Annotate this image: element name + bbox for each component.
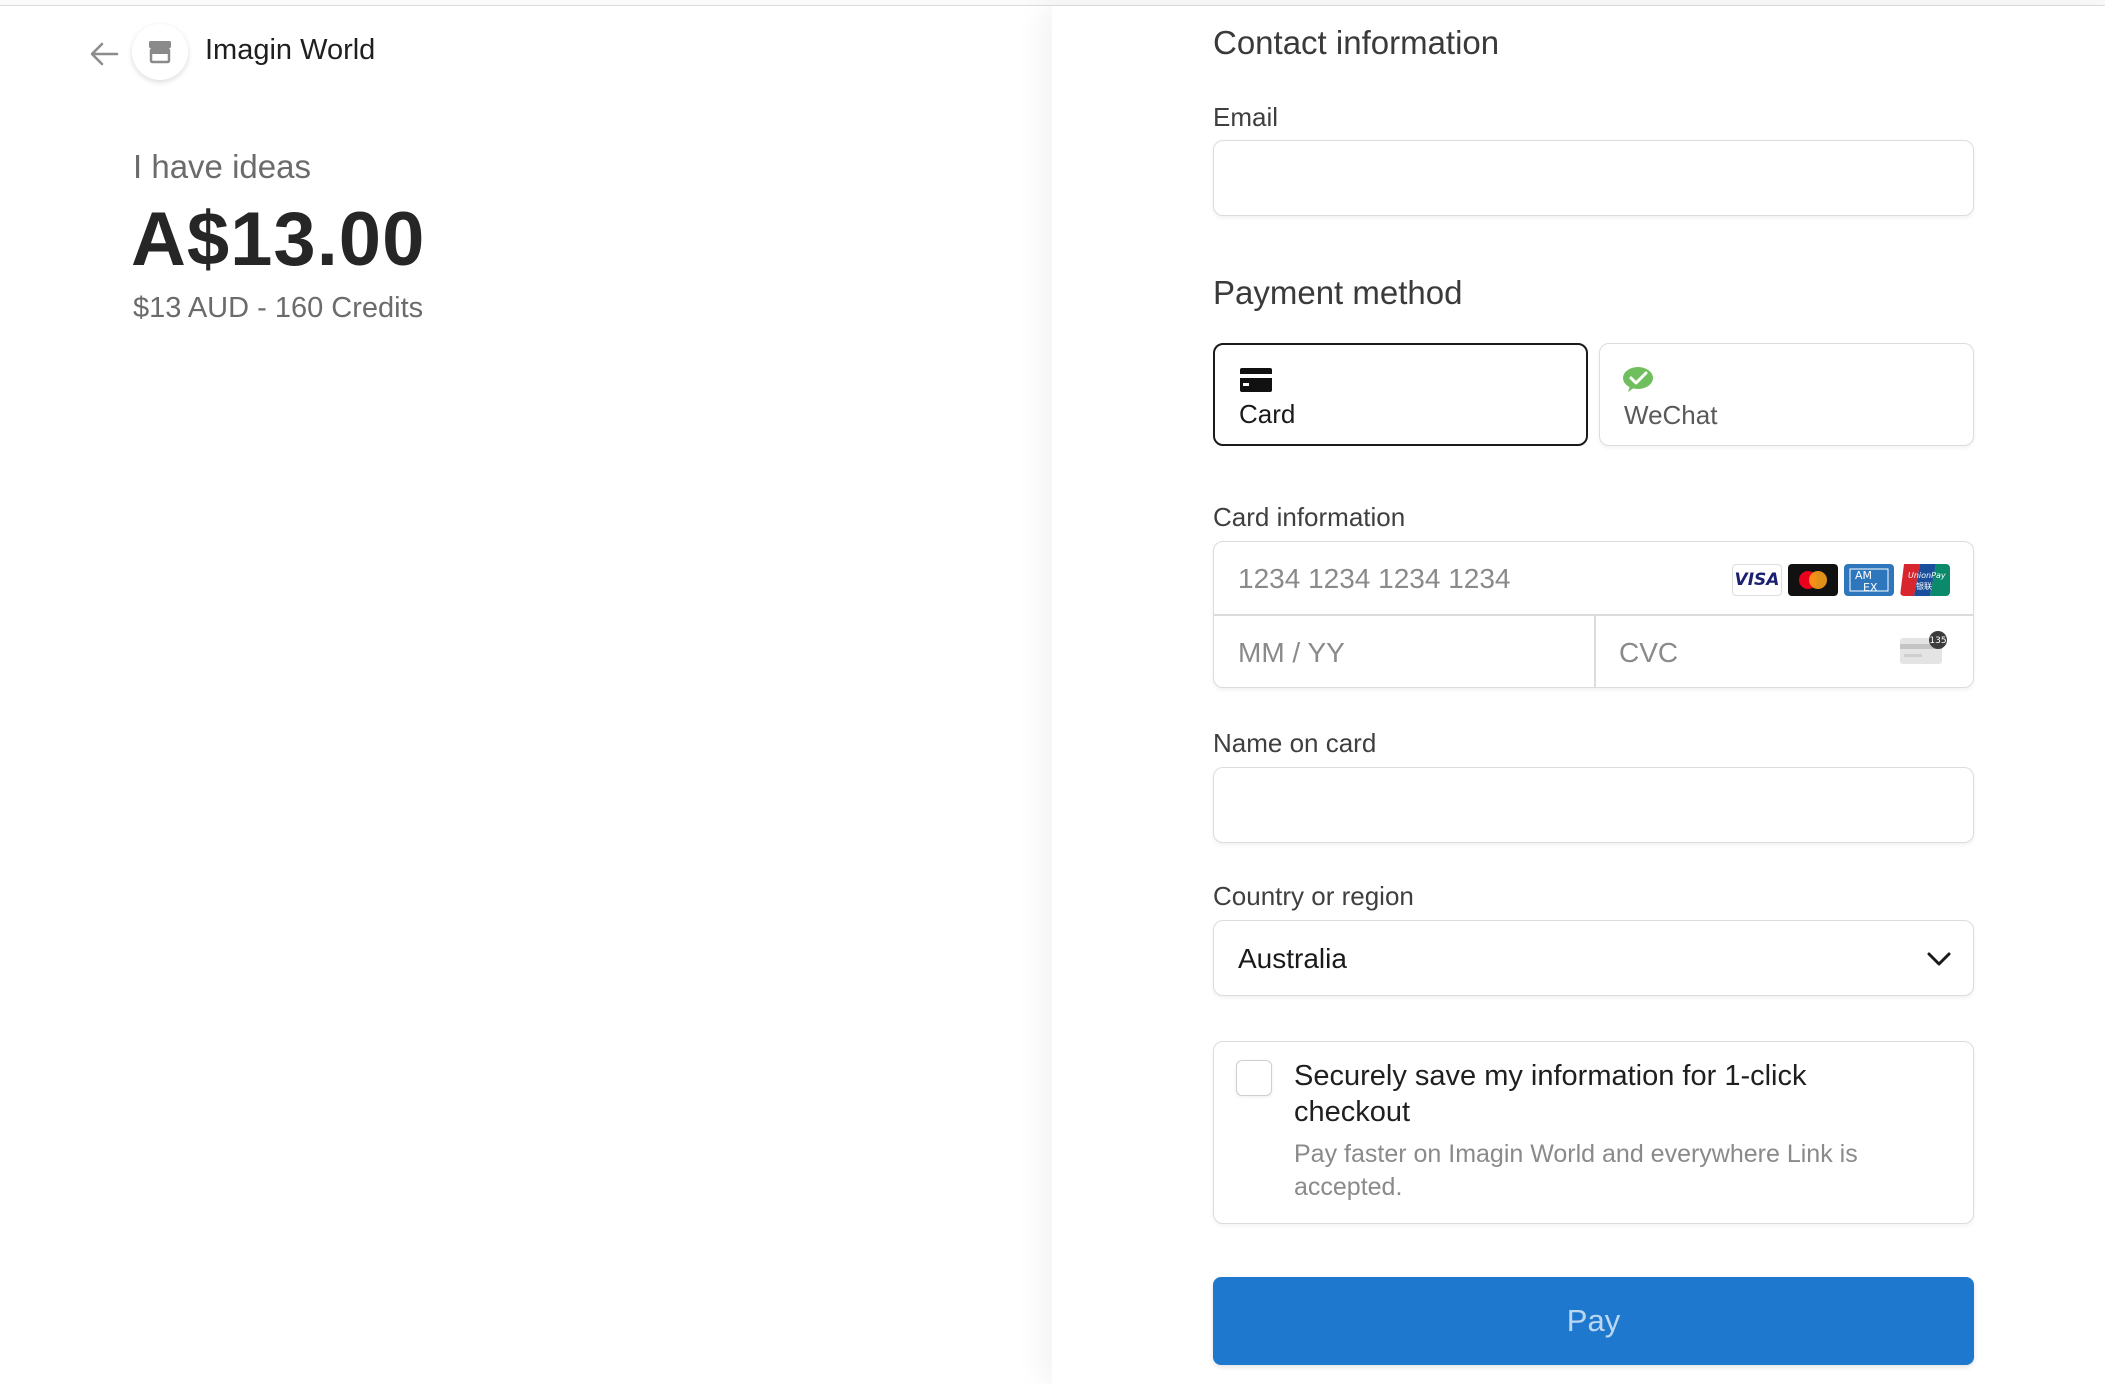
payment-method-wechat-label: WeChat	[1624, 400, 1718, 430]
card-number-field[interactable]: 1234 1234 1234 1234 VISA AM EX UnionPay …	[1214, 542, 1973, 614]
order-summary-panel: Imagin World I have ideas A$13.00 $13 AU…	[0, 6, 1052, 1384]
cvc-hint-icon: 135	[1900, 631, 1947, 664]
country-select[interactable]: Australia	[1213, 920, 1974, 996]
pay-button-label: Pay	[1566, 1303, 1621, 1338]
country-label: Country or region	[1213, 881, 1414, 911]
pay-button[interactable]: Pay	[1213, 1277, 1974, 1365]
name-on-card-label: Name on card	[1213, 728, 1377, 758]
chevron-down-icon	[1927, 952, 1951, 966]
product-description: $13 AUD - 160 Credits	[133, 292, 424, 324]
name-on-card-field[interactable]	[1213, 767, 1974, 843]
email-label: Email	[1213, 102, 1279, 132]
payment-method-card[interactable]: Card	[1213, 343, 1588, 446]
save-info-description: Pay faster on Imagin World and everywher…	[1294, 1140, 1858, 1201]
svg-text:UnionPay: UnionPay	[1908, 571, 1946, 580]
svg-text:银联: 银联	[1916, 581, 1932, 591]
credit-card-icon	[1240, 368, 1272, 392]
email-field[interactable]	[1213, 140, 1974, 216]
visa-icon: VISA	[1732, 564, 1782, 596]
product-price: A$13.00	[131, 197, 426, 282]
card-expiry-placeholder: MM / YY	[1238, 637, 1345, 668]
merchant-avatar	[132, 24, 188, 80]
card-information-group: 1234 1234 1234 1234 VISA AM EX UnionPay …	[1213, 541, 1974, 688]
payment-method-card-label: Card	[1239, 399, 1296, 429]
wechat-icon	[1623, 367, 1653, 392]
payment-section-title: Payment method	[1213, 274, 1463, 311]
card-information-label: Card information	[1213, 502, 1406, 532]
arrow-left-icon	[90, 42, 119, 66]
back-button[interactable]	[86, 36, 122, 72]
save-info-option: Securely save my information for 1-click…	[1213, 1041, 1974, 1224]
contact-section-title: Contact information	[1213, 24, 1500, 61]
product-name: I have ideas	[133, 148, 311, 185]
mastercard-icon	[1788, 564, 1838, 596]
checkout-form-panel: Contact information Email Payment method…	[1052, 6, 2105, 1384]
merchant-name: Imagin World	[205, 34, 376, 66]
card-cvc-field[interactable]: CVC 135	[1595, 615, 1973, 687]
card-number-placeholder: 1234 1234 1234 1234	[1238, 563, 1511, 594]
unionpay-icon: UnionPay 银联	[1900, 564, 1950, 596]
svg-text:135: 135	[1929, 636, 1946, 646]
payment-method-wechat[interactable]: WeChat	[1599, 343, 1974, 446]
card-expiry-field[interactable]: MM / YY	[1214, 615, 1594, 687]
save-info-checkbox[interactable]	[1236, 1060, 1272, 1096]
country-select-value: Australia	[1238, 943, 1347, 974]
svg-text:EX: EX	[1863, 581, 1878, 594]
save-info-title: Securely save my information for 1-click…	[1294, 1060, 1807, 1128]
amex-icon: AM EX	[1844, 564, 1894, 596]
card-cvc-placeholder: CVC	[1619, 637, 1679, 668]
store-icon	[149, 41, 171, 64]
